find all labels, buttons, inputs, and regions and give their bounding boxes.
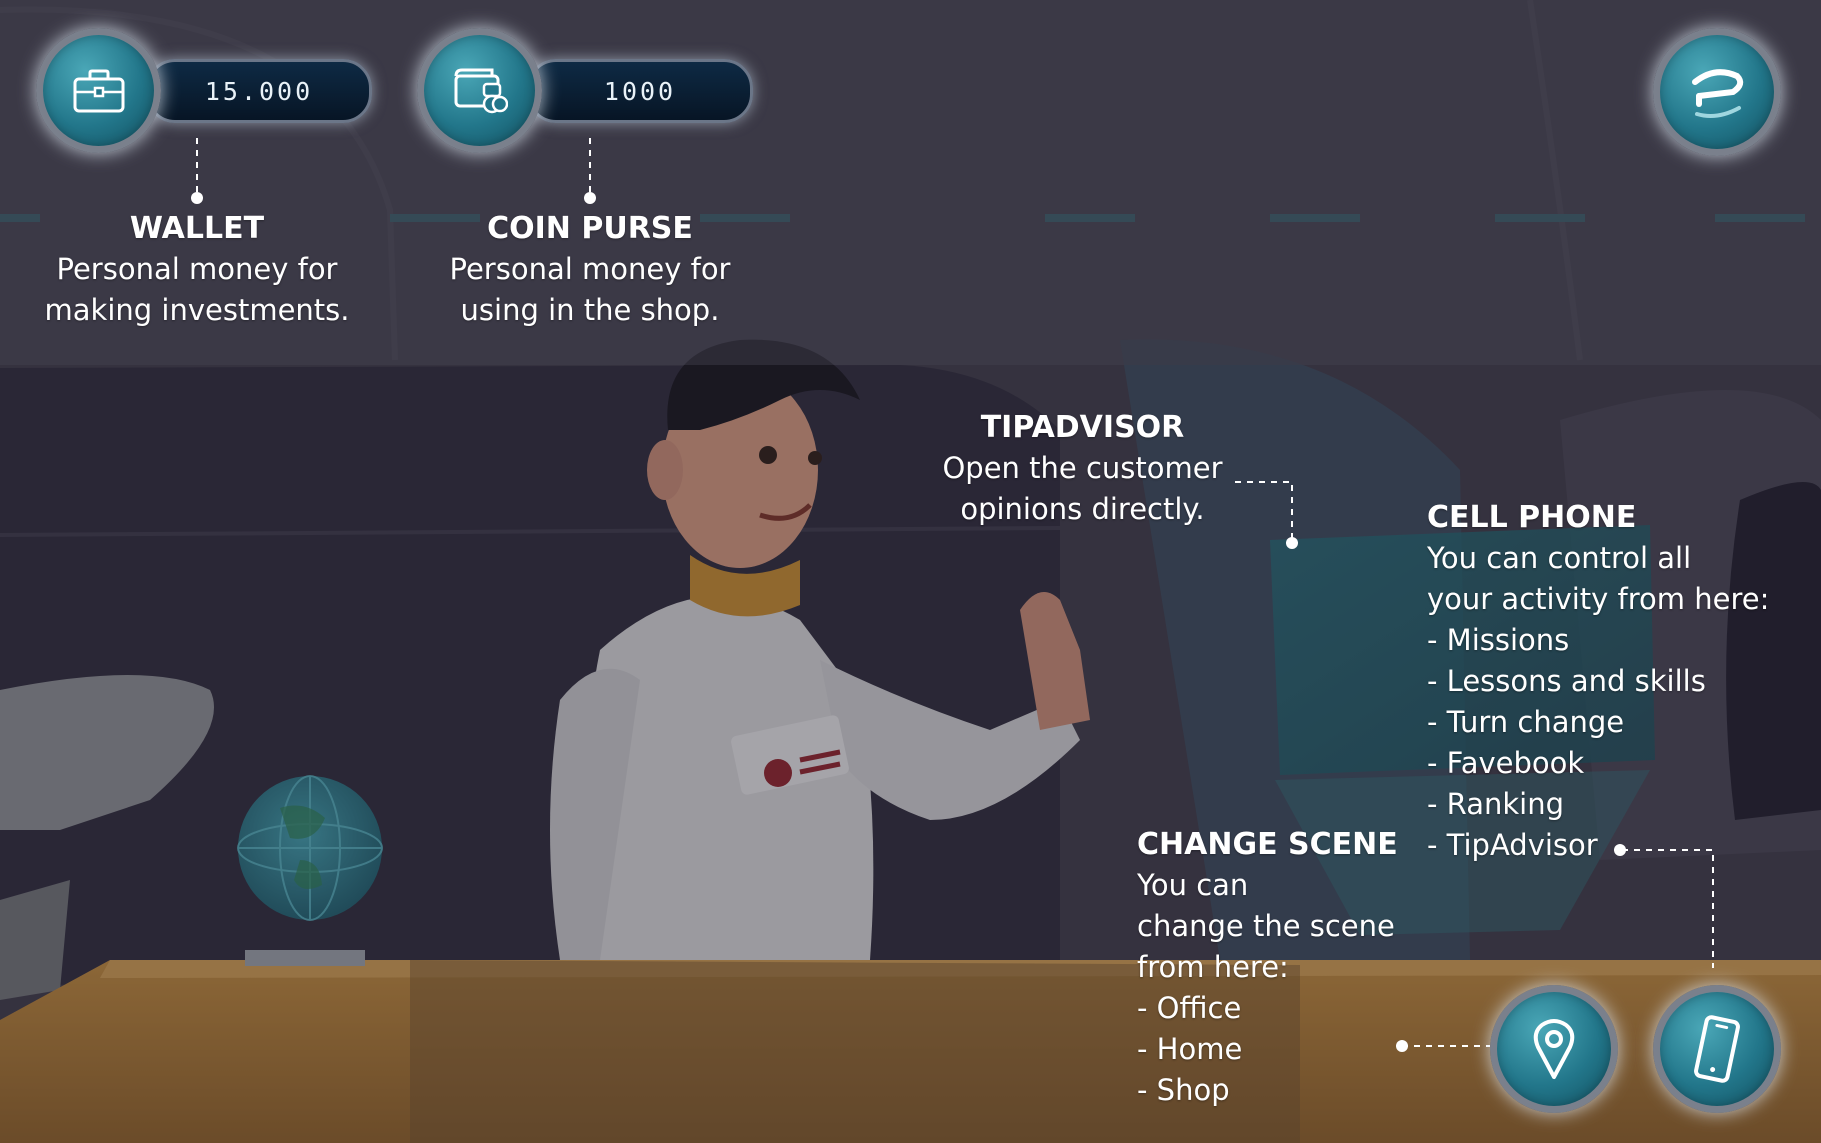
cell-phone-feature-item: - Favebook (1427, 746, 1585, 780)
wallet-annotation: WALLET Personal money for making investm… (22, 208, 372, 331)
wallet-hud[interactable]: 15.000 (36, 28, 372, 153)
wallet-balance: 15.000 (146, 59, 372, 123)
tipadvisor-description-line: opinions directly. (960, 492, 1205, 526)
change-scene-description-line: change the scene (1137, 909, 1395, 943)
tipadvisor-description-line: Open the customer (942, 451, 1223, 485)
cell-phone-annotation: CELL PHONE You can control all your acti… (1427, 497, 1807, 866)
tipadvisor-logo-button[interactable] (1653, 28, 1781, 156)
cell-phone-feature-item: - Turn change (1427, 705, 1625, 739)
cell-phone-feature-item: - Missions (1427, 623, 1570, 657)
game-screen: 15.000 1000 WALLET Personal money for ma… (0, 0, 1821, 1143)
wallet-title: WALLET (129, 211, 265, 246)
tipadvisor-title: TIPADVISOR (980, 410, 1185, 445)
cell-phone-description-line: your activity from here: (1427, 582, 1770, 616)
coin-purse-hud[interactable]: 1000 (417, 28, 753, 153)
cell-phone-button[interactable] (1653, 985, 1781, 1113)
change-scene-option-item: - Shop (1137, 1073, 1230, 1107)
wallet-coins-icon (454, 68, 508, 113)
coin-purse-title: COIN PURSE (487, 211, 693, 246)
tipadvisor-logo-icon (1692, 69, 1744, 118)
wallet-description-line: making investments. (44, 293, 350, 327)
wallet-button[interactable] (36, 28, 161, 153)
change-scene-option-item: - Office (1137, 991, 1242, 1025)
change-scene-option-item: - Home (1137, 1032, 1243, 1066)
change-scene-description-line: from here: (1137, 950, 1289, 984)
cell-phone-feature-item: - Lessons and skills (1427, 664, 1706, 698)
cell-phone-description-line: You can control all (1427, 541, 1692, 575)
map-pin-icon (1533, 1019, 1575, 1079)
tipadvisor-annotation: TIPADVISOR Open the customer opinions di… (920, 407, 1245, 530)
briefcase-icon (73, 69, 124, 112)
change-scene-title: CHANGE SCENE (1137, 827, 1398, 862)
coin-purse-button[interactable] (417, 28, 542, 153)
coin-purse-description-line: Personal money for (449, 252, 731, 286)
cell-phone-feature-item: - Ranking (1427, 787, 1564, 821)
wallet-description-line: Personal money for (56, 252, 338, 286)
coin-purse-balance: 1000 (527, 59, 753, 123)
change-scene-annotation: CHANGE SCENE You can change the scene fr… (1137, 824, 1437, 1111)
coin-purse-description-line: using in the shop. (460, 293, 720, 327)
change-scene-description-line: You can (1137, 868, 1249, 902)
cell-phone-feature-item: - TipAdvisor (1427, 828, 1598, 862)
change-scene-button[interactable] (1490, 985, 1618, 1113)
coin-purse-annotation: COIN PURSE Personal money for using in t… (415, 208, 765, 331)
cell-phone-title: CELL PHONE (1427, 500, 1637, 535)
smartphone-icon (1694, 1015, 1740, 1083)
